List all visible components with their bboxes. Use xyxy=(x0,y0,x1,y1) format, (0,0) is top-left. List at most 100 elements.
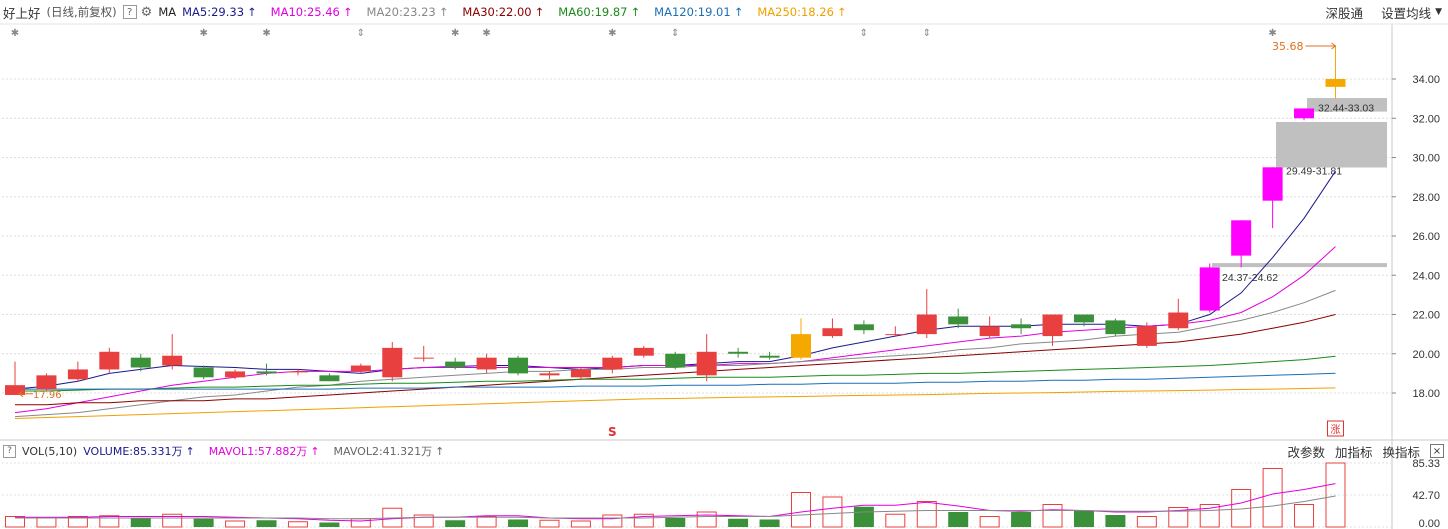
volume-bar xyxy=(476,515,497,528)
help-icon[interactable]: ? xyxy=(3,444,16,458)
y-tick-label: 20.00 xyxy=(1412,349,1440,361)
candle-body xyxy=(570,369,591,378)
switch-indicator-button[interactable]: 换指标 xyxy=(1382,442,1420,461)
event-marker-icon: ✱ xyxy=(1268,28,1276,39)
vol-indicator-name: VOL(5,10) xyxy=(22,444,78,458)
volume-bar xyxy=(1262,467,1283,528)
volume-bar xyxy=(36,517,57,528)
volume-bar xyxy=(602,514,623,528)
volume-bar xyxy=(665,517,686,527)
volume-bar xyxy=(225,520,246,528)
candle-body xyxy=(445,361,466,368)
limit-up-label: 涨 xyxy=(1330,424,1340,436)
candle-body xyxy=(67,369,88,380)
candle-body xyxy=(319,375,340,382)
signal-s-marker: S xyxy=(608,425,617,439)
candle-body xyxy=(633,347,654,356)
volume-bar xyxy=(99,515,120,528)
y-tick-label: 18.00 xyxy=(1412,388,1440,400)
volume-bar xyxy=(130,517,151,527)
candle-body xyxy=(979,326,1000,337)
volume-header: ? VOL(5,10) VOLUME:85.331万 ↑ MAVOL1:57.882… xyxy=(0,441,1448,461)
event-marker-icon: ⇕ xyxy=(357,28,365,39)
candle-body xyxy=(665,353,686,368)
event-marker-icon: ✱ xyxy=(199,28,207,39)
volume-bar xyxy=(759,519,780,527)
candle-body xyxy=(193,367,214,378)
candle-body xyxy=(1231,220,1252,256)
volume-bar xyxy=(1042,503,1063,528)
y-tick-label: 22.00 xyxy=(1412,310,1440,322)
event-marker-icon: ✱ xyxy=(262,28,270,39)
low-label: 17.96 xyxy=(33,390,62,401)
candle-body xyxy=(1042,314,1063,337)
volume-bar xyxy=(1294,503,1315,528)
volume-bar xyxy=(1105,514,1126,527)
vol-legend-item: MAVOL2:41.321万 ↑ xyxy=(333,445,445,458)
candle-body xyxy=(948,316,969,325)
vol-legend-item: MAVOL1:57.882万 ↑ xyxy=(208,445,320,458)
edit-params-button[interactable]: 改参数 xyxy=(1287,442,1325,461)
candle-body xyxy=(759,355,780,358)
candle-body xyxy=(1168,312,1189,329)
candle-body xyxy=(1325,79,1346,87)
ma-line-ma250 xyxy=(14,387,1336,419)
vol-tick-label: 0.00 xyxy=(1419,518,1440,529)
candle-body xyxy=(225,371,246,378)
vol-legend-item: VOLUME:85.331万 ↑ xyxy=(83,445,195,458)
kline-chart-app: 好上好 (日线,前复权) ? ⚙ MA MA5:29.33 ↑ MA10:25.46… xyxy=(0,0,1448,529)
volume-bar xyxy=(696,511,717,528)
candle-body xyxy=(476,357,497,370)
candle-body xyxy=(1073,314,1094,323)
volume-bar xyxy=(885,513,906,528)
y-tick-label: 28.00 xyxy=(1412,192,1440,204)
candle-body xyxy=(1011,324,1032,329)
candle-body xyxy=(791,334,811,358)
arrow-up-icon: ↑ xyxy=(185,445,195,458)
vol-tick-label: 42.70 xyxy=(1412,490,1440,502)
event-marker-icon: ⇕ xyxy=(860,28,868,39)
candle-body xyxy=(162,355,183,366)
resistance-zone xyxy=(1276,121,1387,168)
volume-bar xyxy=(822,496,843,528)
volume-bar xyxy=(508,519,529,527)
arrow-up-icon: ↑ xyxy=(435,445,445,458)
candle-body xyxy=(350,365,371,372)
candle-body xyxy=(885,334,906,336)
candle-body xyxy=(916,314,937,335)
add-indicator-button[interactable]: 加指标 xyxy=(1335,442,1373,461)
event-marker-icon: ⇕ xyxy=(923,28,931,39)
volume-bar xyxy=(287,521,308,528)
y-tick-label: 30.00 xyxy=(1412,153,1440,165)
candle-body xyxy=(696,351,717,376)
volume-bar xyxy=(193,518,214,527)
candle-body xyxy=(99,351,120,370)
high-label: 35.68 xyxy=(1272,40,1304,53)
zone-label: 29.49-31.81 xyxy=(1286,166,1342,178)
candle-body xyxy=(1105,320,1126,335)
candle-body xyxy=(539,373,560,376)
close-icon[interactable]: × xyxy=(1430,444,1444,458)
volume-bar xyxy=(256,520,277,527)
candle-body xyxy=(36,375,57,390)
y-tick-label: 26.00 xyxy=(1412,231,1440,243)
candle-body xyxy=(1199,267,1220,311)
candle-body xyxy=(508,357,529,374)
volume-bar xyxy=(1073,510,1094,527)
volume-bar xyxy=(570,520,591,528)
y-tick-label: 34.00 xyxy=(1412,74,1440,86)
y-tick-label: 32.00 xyxy=(1412,113,1440,125)
volume-bar xyxy=(728,518,749,527)
candle-body xyxy=(602,357,623,370)
y-tick-label: 24.00 xyxy=(1412,270,1440,282)
candle-body xyxy=(1294,108,1315,119)
volume-bar xyxy=(445,520,466,527)
candle-body xyxy=(728,351,749,354)
candle-body xyxy=(853,324,874,331)
volume-bar xyxy=(979,515,1000,528)
volume-bar xyxy=(539,519,560,528)
candle-body xyxy=(1136,326,1157,346)
volume-bar xyxy=(350,518,371,528)
vol-ma-line-mavol1 xyxy=(15,483,1336,522)
volume-bar xyxy=(916,500,937,528)
